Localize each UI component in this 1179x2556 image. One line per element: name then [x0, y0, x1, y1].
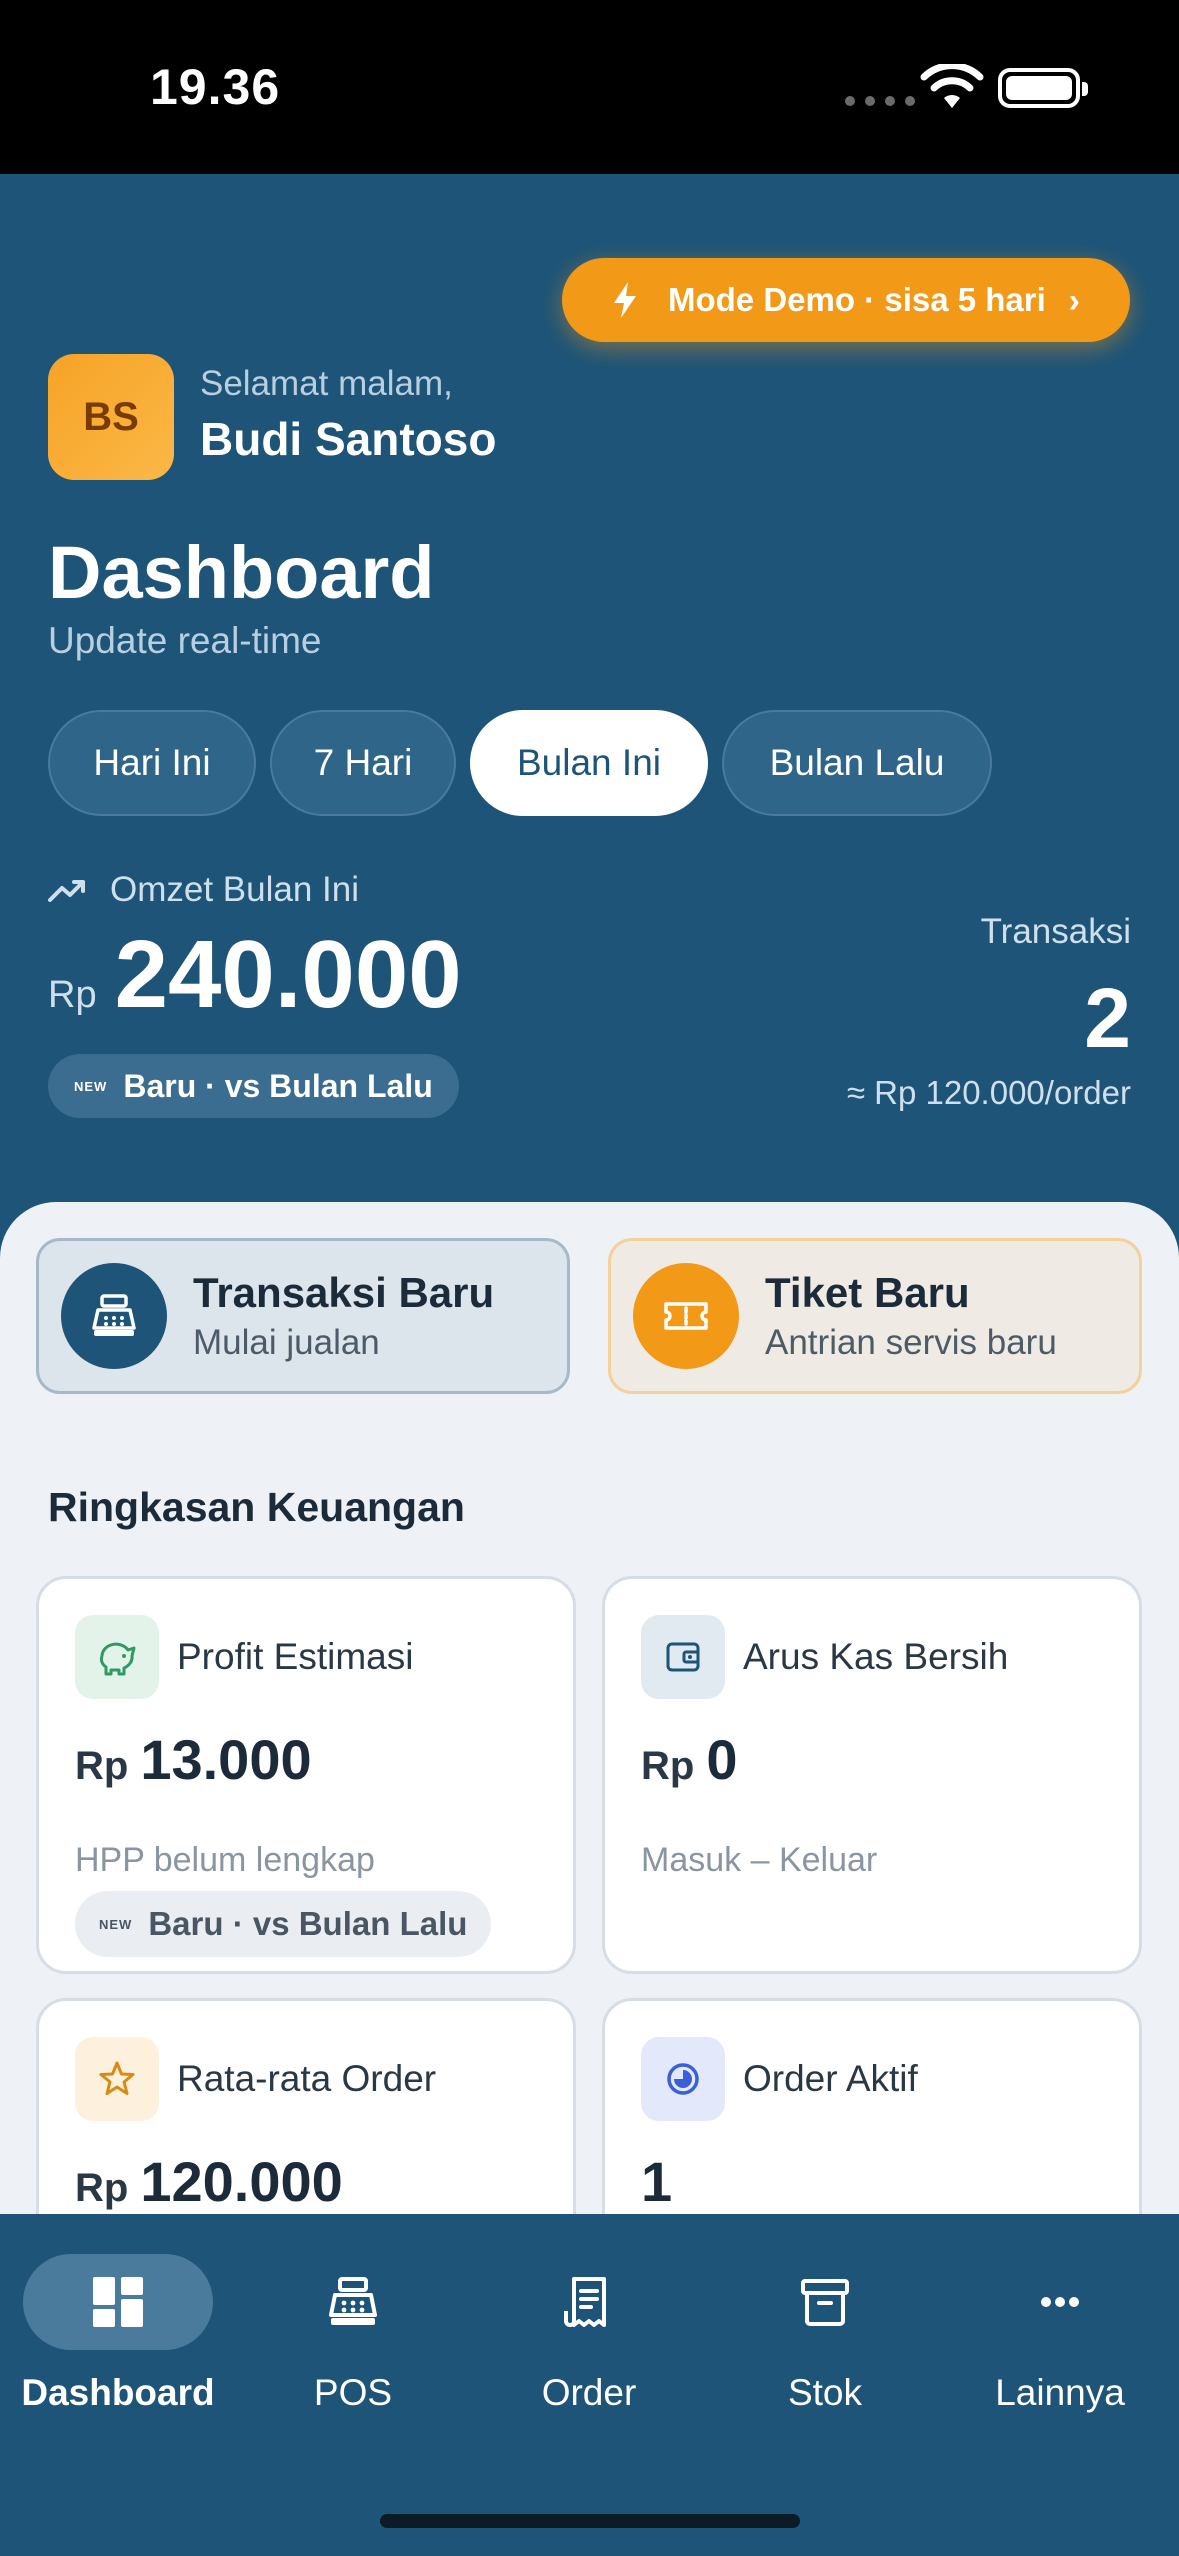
transaction-label: Transaksi — [980, 912, 1131, 951]
avatar[interactable]: BS — [48, 354, 174, 480]
card-badge-text: Baru · vs Bulan Lalu — [148, 1905, 468, 1942]
nav-label: Dashboard — [21, 2372, 215, 2413]
card-currency: Rp — [641, 1744, 695, 1788]
period-tabs: Hari Ini 7 Hari Bulan Ini Bulan Lalu — [48, 710, 992, 816]
dashboard-header: Mode Demo · sisa 5 hari › BS Selamat mal… — [0, 174, 1179, 1260]
omzet-label: Omzet Bulan Ini — [48, 870, 359, 910]
section-title: Ringkasan Keuangan — [48, 1484, 465, 1530]
omzet-comparison-badge: NEW Baru · vs Bulan Lalu — [48, 1054, 459, 1118]
card-value: Rp 13.000 — [75, 1727, 312, 1792]
bolt-icon — [614, 282, 636, 318]
card-label: Rata-rata Order — [177, 2058, 437, 2099]
nav-order[interactable]: Order — [489, 2254, 689, 2414]
tab-hari-ini[interactable]: Hari Ini — [48, 710, 256, 816]
status-bar: 19.36 — [0, 0, 1179, 174]
new-ticket-title: Tiket Baru — [765, 1269, 970, 1316]
new-icon: NEW — [99, 1916, 133, 1932]
status-time: 19.36 — [150, 59, 281, 115]
card-value: Rp 0 — [641, 1727, 737, 1792]
wifi-icon — [920, 64, 984, 108]
card-label: Arus Kas Bersih — [743, 1636, 1009, 1677]
new-icon: NEW — [74, 1078, 108, 1094]
bottom-navigation: Dashboard POS Order Stok Lainnya — [0, 2214, 1179, 2556]
nav-label: Order — [541, 2372, 637, 2413]
card-note: Masuk – Keluar — [641, 1841, 878, 1879]
cellular-signal-icon — [845, 96, 915, 106]
archive-box-icon — [730, 2254, 920, 2350]
profit-estimate-card[interactable]: Profit Estimasi Rp 13.000 HPP belum leng… — [36, 1576, 576, 1974]
page-title: Dashboard — [48, 531, 435, 614]
dashboard-icon — [23, 2254, 213, 2350]
greeting-text: Selamat malam, — [200, 364, 453, 403]
card-header: Order Aktif — [641, 2037, 918, 2121]
new-transaction-subtitle: Mulai jualan — [193, 1323, 380, 1362]
new-transaction-button[interactable]: Transaksi Baru Mulai jualan — [36, 1238, 570, 1394]
transaction-count: 2 — [1084, 971, 1131, 1065]
cash-register-icon — [258, 2254, 448, 2350]
wallet-icon — [641, 1615, 725, 1699]
omzet-value: Rp 240.000 — [48, 920, 462, 1030]
nav-label: Lainnya — [995, 2372, 1125, 2413]
page-subtitle: Update real-time — [48, 620, 322, 661]
star-icon — [75, 2037, 159, 2121]
tab-bulan-lalu[interactable]: Bulan Lalu — [722, 710, 992, 816]
tab-7-hari[interactable]: 7 Hari — [270, 710, 456, 816]
cash-register-icon — [61, 1263, 167, 1369]
card-value: 1 — [641, 2149, 672, 2214]
chevron-right-icon: › — [1068, 282, 1080, 320]
trending-up-icon — [48, 880, 85, 902]
tab-bulan-ini[interactable]: Bulan Ini — [470, 710, 708, 816]
omzet-amount: 240.000 — [114, 921, 462, 1028]
card-currency: Rp — [75, 1744, 129, 1788]
receipt-icon — [494, 2254, 684, 2350]
user-name: Budi Santoso — [200, 413, 497, 465]
card-currency: Rp — [75, 2166, 129, 2210]
nav-lainnya[interactable]: Lainnya — [960, 2254, 1160, 2414]
home-indicator[interactable] — [380, 2514, 800, 2528]
card-header: Profit Estimasi — [75, 1615, 413, 1699]
new-ticket-subtitle: Antrian servis baru — [765, 1323, 1057, 1362]
clock-icon — [641, 2037, 725, 2121]
nav-label: Stok — [787, 2372, 863, 2413]
nav-label: POS — [313, 2372, 393, 2413]
omzet-badge-text: Baru · vs Bulan Lalu — [123, 1067, 433, 1104]
nav-stok[interactable]: Stok — [725, 2254, 925, 2414]
new-ticket-button[interactable]: Tiket Baru Antrian servis baru — [608, 1238, 1142, 1394]
card-label: Order Aktif — [743, 2058, 918, 2099]
net-cashflow-card[interactable]: Arus Kas Bersih Rp 0 Masuk – Keluar — [602, 1576, 1142, 1974]
card-amount: 0 — [706, 1728, 738, 1791]
omzet-label-text: Omzet Bulan Ini — [110, 870, 359, 909]
omzet-currency: Rp — [48, 974, 97, 1016]
card-note: HPP belum lengkap — [75, 1841, 375, 1879]
piggy-bank-icon — [75, 1615, 159, 1699]
card-comparison-badge: NEW Baru · vs Bulan Lalu — [75, 1891, 492, 1957]
battery-icon — [998, 68, 1088, 108]
card-value: Rp 120.000 — [75, 2149, 343, 2214]
ticket-icon — [633, 1263, 739, 1369]
new-transaction-title: Transaksi Baru — [193, 1269, 495, 1316]
card-amount: 13.000 — [140, 1728, 312, 1791]
demo-mode-button[interactable]: Mode Demo · sisa 5 hari › — [562, 258, 1130, 342]
nav-dashboard[interactable]: Dashboard — [18, 2254, 218, 2414]
card-amount: 1 — [641, 2150, 673, 2213]
card-label: Profit Estimasi — [177, 1636, 414, 1677]
card-header: Rata-rata Order — [75, 2037, 436, 2121]
nav-pos[interactable]: POS — [253, 2254, 453, 2414]
card-amount: 120.000 — [140, 2150, 343, 2213]
demo-mode-label: Mode Demo · sisa 5 hari — [668, 281, 1046, 318]
more-icon — [965, 2254, 1155, 2350]
card-header: Arus Kas Bersih — [641, 1615, 1008, 1699]
transaction-average: ≈ Rp 120.000/order — [846, 1074, 1131, 1111]
